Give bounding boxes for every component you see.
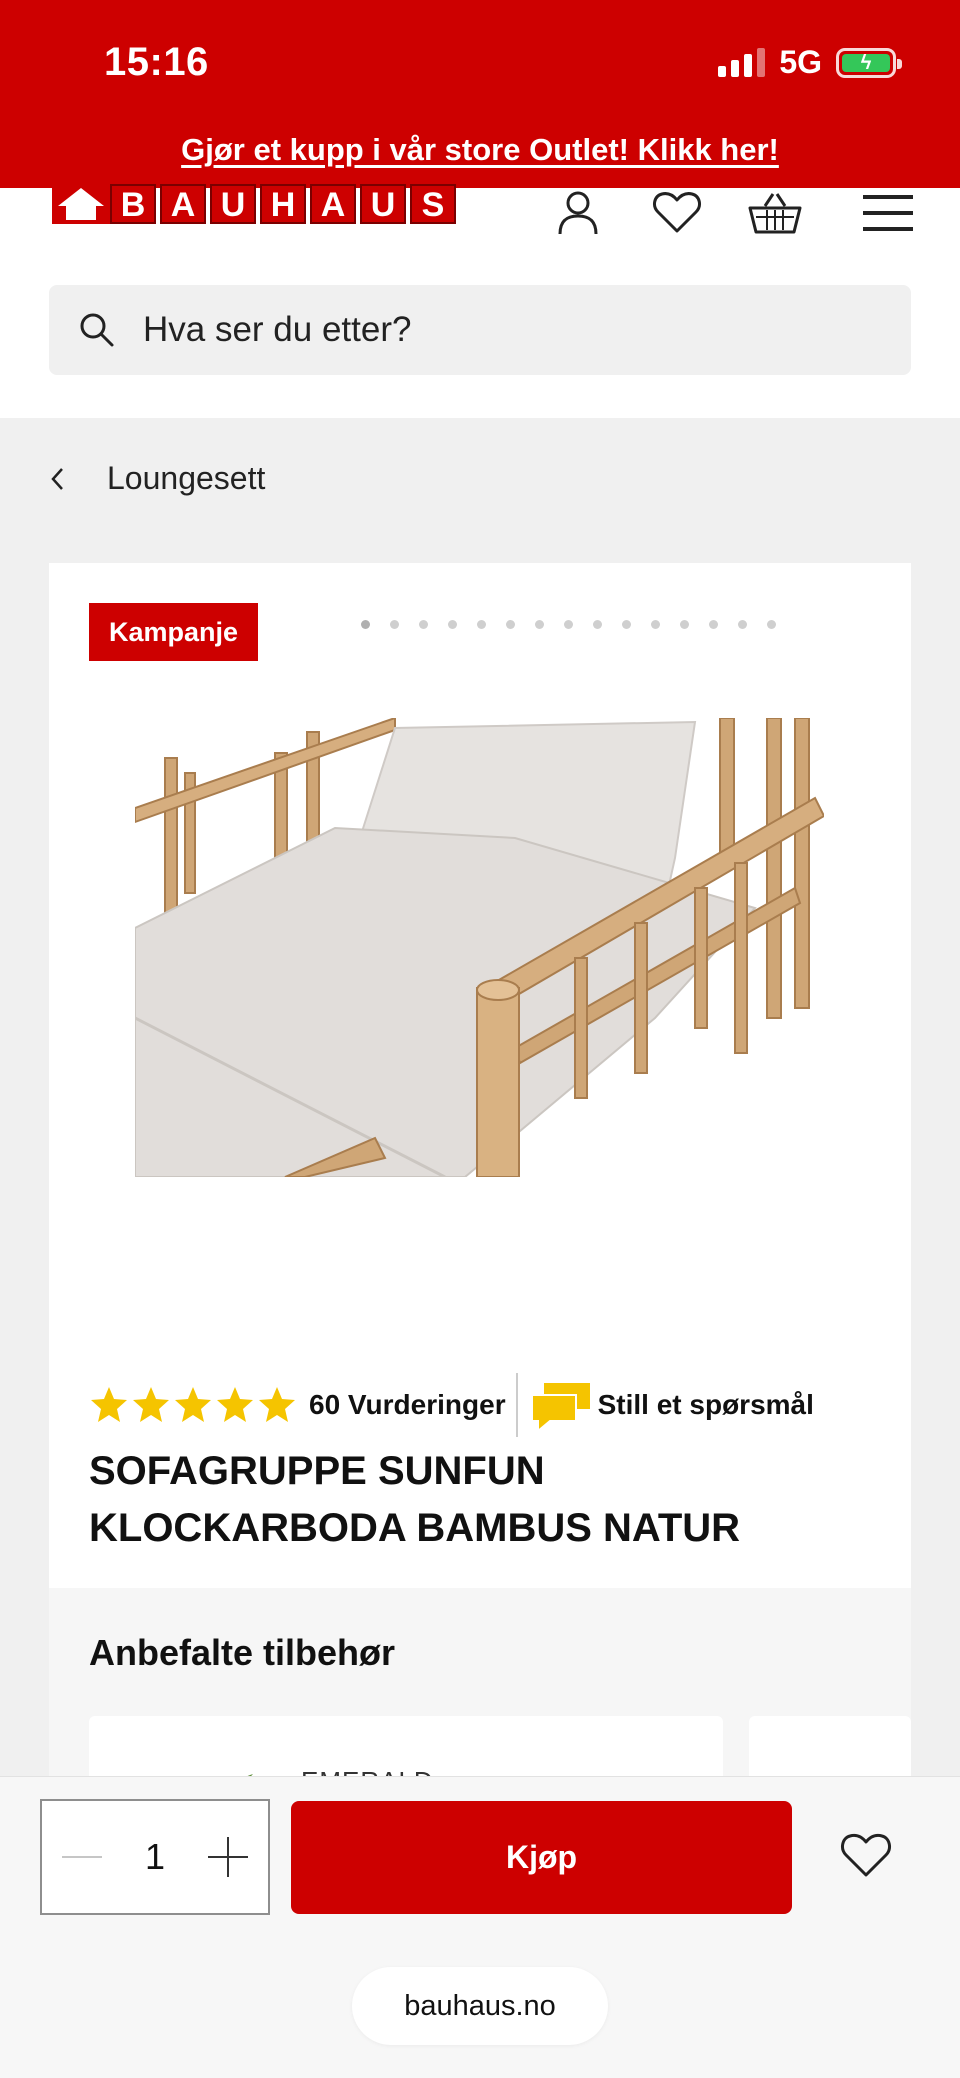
carousel-dot[interactable] <box>535 620 544 629</box>
site-header: BAUHAUS Hva ser du etter? <box>0 184 960 418</box>
heart-icon[interactable] <box>840 1831 892 1879</box>
carousel-dot[interactable] <box>477 620 486 629</box>
carousel-dot[interactable] <box>709 620 718 629</box>
chat-bubbles-icon[interactable] <box>528 1379 594 1431</box>
carousel-dot[interactable] <box>651 620 660 629</box>
carousel-dot[interactable] <box>564 620 573 629</box>
carousel-dot[interactable] <box>419 620 428 629</box>
star-icon <box>217 1387 253 1422</box>
top-banner: 15:16 5G ϟ Gjør et kupp i vår store Outl… <box>0 0 960 188</box>
battery-charging-icon: ϟ <box>836 47 902 78</box>
campaign-badge: Kampanje <box>89 603 259 661</box>
basket-icon[interactable] <box>745 188 805 238</box>
status-indicators: 5G ϟ <box>718 44 902 81</box>
star-icon <box>133 1387 169 1422</box>
search-icon <box>80 313 114 347</box>
browser-url-bar[interactable]: bauhaus.no <box>352 1967 608 2045</box>
increase-quantity-button[interactable] <box>208 1837 248 1877</box>
image-carousel-dots[interactable] <box>361 620 776 629</box>
rating-stars[interactable] <box>89 1385 297 1425</box>
product-title: SOFAGRUPPE SUNFUN KLOCKARBODA BAMBUS NAT… <box>89 1449 741 1550</box>
buy-button[interactable]: Kjøp <box>291 1801 792 1914</box>
carousel-dot[interactable] <box>361 620 370 629</box>
breadcrumb-label[interactable]: Loungesett <box>107 460 265 497</box>
star-icon <box>91 1387 127 1422</box>
quantity-stepper: 1 <box>40 1799 270 1915</box>
decrease-quantity-button[interactable] <box>62 1837 102 1877</box>
network-label: 5G <box>779 44 822 80</box>
breadcrumb[interactable]: Loungesett <box>49 460 265 497</box>
rating-count[interactable]: 60 Vurderinger <box>309 1389 506 1421</box>
plus-icon <box>208 1837 248 1877</box>
carousel-dot[interactable] <box>448 620 457 629</box>
recommended-accessories: Anbefalte tilbehør EMERALD <box>49 1588 911 1836</box>
outlet-promo-link[interactable]: Gjør et kupp i vår store Outlet! Klikk h… <box>0 132 960 168</box>
carousel-dot[interactable] <box>506 620 515 629</box>
heart-icon[interactable] <box>647 188 707 238</box>
star-icon <box>259 1387 295 1422</box>
search-input[interactable]: Hva ser du etter? <box>143 310 411 350</box>
star-icon <box>175 1387 211 1422</box>
product-image[interactable] <box>135 718 824 1177</box>
carousel-dot[interactable] <box>767 620 776 629</box>
rating-row: 60 Vurderinger Still et spørsmål <box>89 1373 814 1437</box>
rating-divider <box>515 1373 518 1437</box>
bauhaus-logo[interactable]: BAUHAUS <box>52 184 456 224</box>
logo-wordmark: BAUHAUS <box>110 184 456 224</box>
product-card: Kampanje 60 Vurderinger Still et spørsmå… <box>49 563 911 1588</box>
chevron-left-icon[interactable] <box>49 466 67 492</box>
carousel-dot[interactable] <box>390 620 399 629</box>
menu-icon[interactable] <box>858 188 918 238</box>
search-bar[interactable]: Hva ser du etter? <box>49 285 911 375</box>
carousel-dot[interactable] <box>738 620 747 629</box>
house-logo-icon <box>52 184 110 224</box>
user-icon[interactable] <box>548 188 608 238</box>
signal-icon <box>718 47 766 77</box>
ask-question-link[interactable]: Still et spørsmål <box>598 1389 814 1421</box>
minus-icon <box>62 1856 102 1858</box>
carousel-dot[interactable] <box>593 620 602 629</box>
purchase-bar: 1 Kjøp bauhaus.no <box>0 1776 960 2078</box>
status-time: 15:16 <box>104 40 209 84</box>
carousel-dot[interactable] <box>622 620 631 629</box>
carousel-dot[interactable] <box>680 620 689 629</box>
accessories-title: Anbefalte tilbehør <box>89 1632 396 1673</box>
quantity-value[interactable]: 1 <box>145 1836 165 1878</box>
